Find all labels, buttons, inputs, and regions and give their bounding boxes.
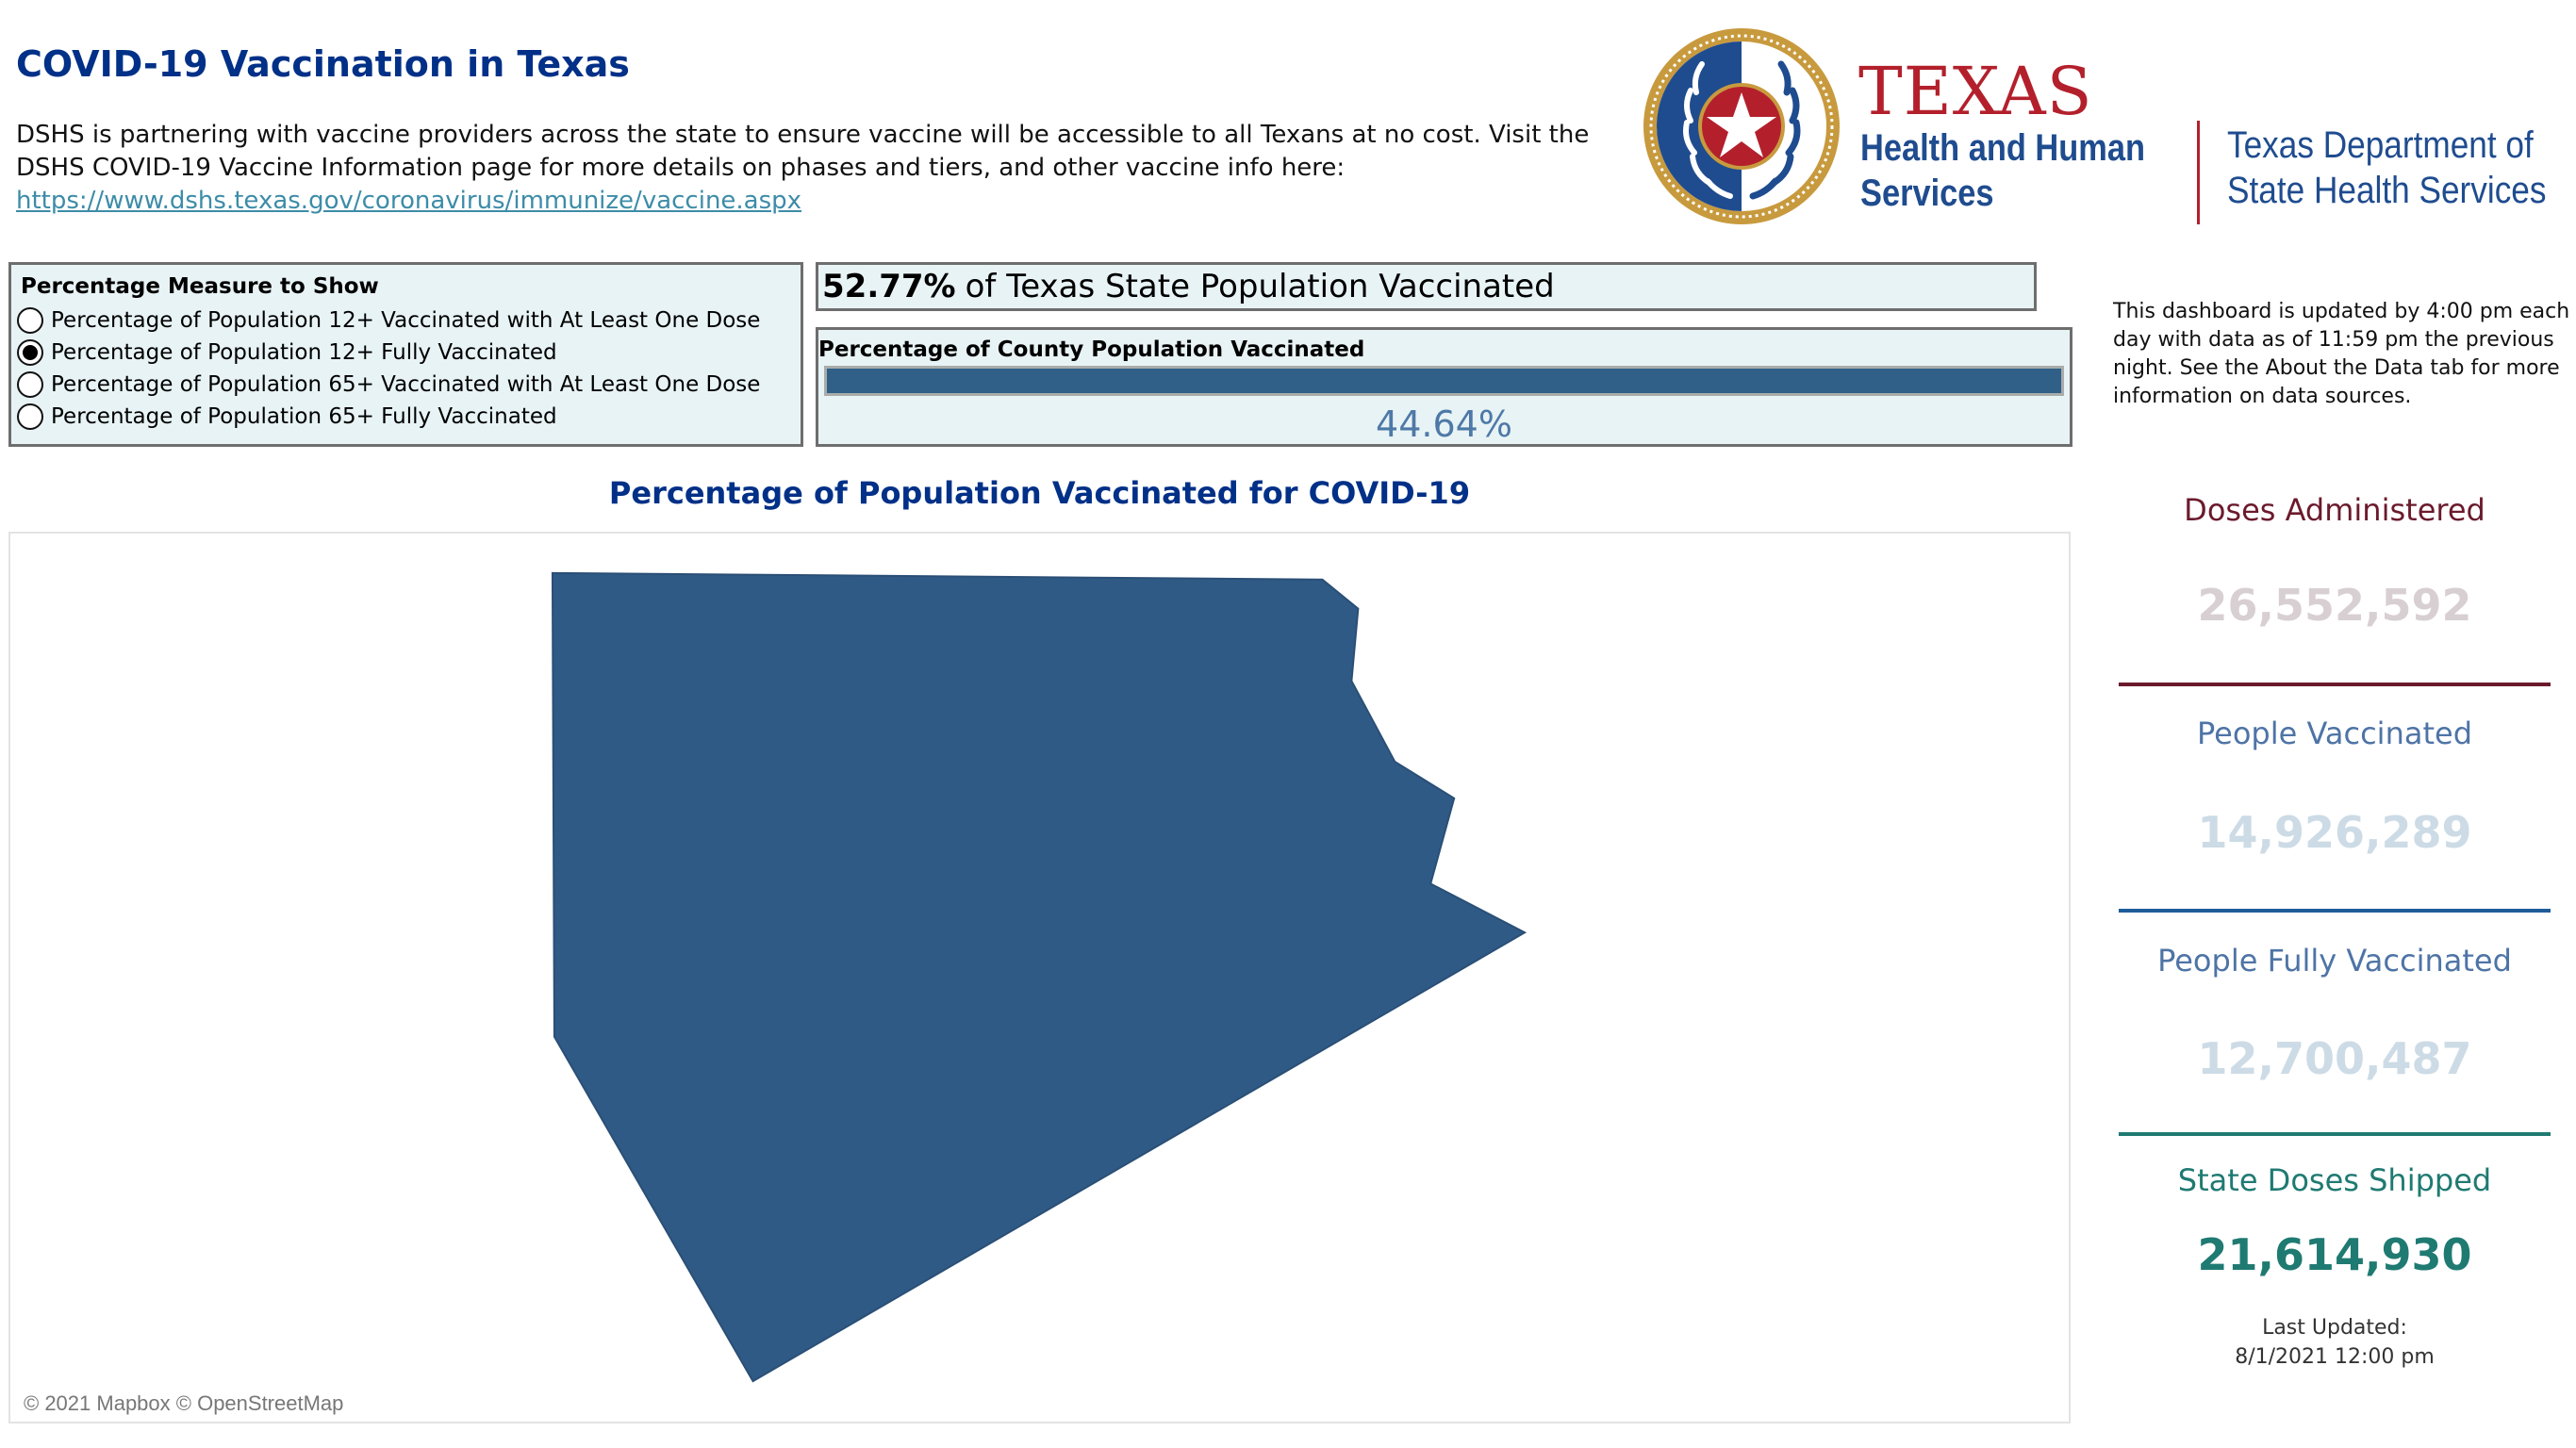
percentage-measure-filter: Percentage Measure to Show Percentage of… bbox=[8, 262, 803, 447]
last-updated-value: 8/1/2021 12:00 pm bbox=[2235, 1345, 2435, 1369]
hhs-texas-wordmark: TEXAS bbox=[1858, 53, 2093, 130]
county-summary-title: Percentage of County Population Vaccinat… bbox=[818, 337, 1365, 362]
doses-administered-value: 26,552,592 bbox=[2197, 580, 2472, 631]
radio-unselected-icon[interactable] bbox=[17, 371, 43, 398]
county-region[interactable] bbox=[551, 571, 1527, 1383]
county-vaccinated-summary: Percentage of County Population Vaccinat… bbox=[816, 327, 2072, 447]
radio-dot-icon bbox=[23, 345, 38, 360]
dshs-name-line-1: Texas Department of bbox=[2227, 124, 2534, 166]
filter-option[interactable]: Percentage of Population 65+ Fully Vacci… bbox=[17, 401, 795, 433]
state-doses-shipped-label: State Doses Shipped bbox=[2177, 1162, 2492, 1198]
filter-option-label: Percentage of Population 12+ Vaccinated … bbox=[51, 308, 761, 333]
logo-divider bbox=[2197, 121, 2200, 224]
radio-selected-icon[interactable] bbox=[17, 339, 43, 366]
state-doses-shipped-value: 21,614,930 bbox=[2197, 1229, 2472, 1280]
filter-option-label: Percentage of Population 65+ Fully Vacci… bbox=[51, 404, 557, 429]
map-canvas[interactable] bbox=[10, 534, 2069, 1422]
people-fully-vaccinated-label: People Fully Vaccinated bbox=[2157, 943, 2512, 979]
hhs-dshs-logo: TEXAS Health and Human Services Texas De… bbox=[1640, 25, 2573, 234]
doses-administered-divider bbox=[2119, 683, 2551, 686]
hhs-name-line-2: Services bbox=[1860, 173, 1994, 214]
radio-group: Percentage of Population 12+ Vaccinated … bbox=[17, 304, 795, 433]
last-updated: Last Updated: 8/1/2021 12:00 pm bbox=[2119, 1313, 2551, 1372]
county-bar bbox=[824, 366, 2064, 396]
state-vaccinated-summary: 52.77% of Texas State Population Vaccina… bbox=[816, 262, 2037, 311]
county-percent: 44.64% bbox=[1376, 403, 1512, 445]
last-updated-label: Last Updated: bbox=[2262, 1316, 2407, 1340]
people-vaccinated-label: People Vaccinated bbox=[2196, 716, 2472, 751]
filter-option[interactable]: Percentage of Population 12+ Vaccinated … bbox=[17, 304, 795, 337]
vaccine-info-link[interactable]: https://www.dshs.texas.gov/coronavirus/i… bbox=[16, 187, 801, 215]
county-bar-fill bbox=[827, 369, 2061, 393]
update-info-text: This dashboard is updated by 4:00 pm eac… bbox=[2113, 300, 2570, 408]
filter-title: Percentage Measure to Show bbox=[21, 274, 379, 299]
intro-text: DSHS is partnering with vaccine provider… bbox=[16, 119, 1619, 218]
doses-administered-label: Doses Administered bbox=[2184, 492, 2485, 528]
filter-option-label: Percentage of Population 65+ Vaccinated … bbox=[51, 372, 761, 397]
state-percent: 52.77% bbox=[822, 268, 956, 305]
map-title: Percentage of Population Vaccinated for … bbox=[608, 475, 1471, 511]
page-title: COVID-19 Vaccination in Texas bbox=[16, 43, 630, 85]
map-attribution: © 2021 Mapbox © OpenStreetMap bbox=[24, 1391, 344, 1415]
radio-unselected-icon[interactable] bbox=[17, 307, 43, 334]
filter-option[interactable]: Percentage of Population 65+ Vaccinated … bbox=[17, 369, 795, 401]
people-fully-vaccinated-divider bbox=[2119, 1132, 2551, 1136]
filter-option[interactable]: Percentage of Population 12+ Fully Vacci… bbox=[17, 337, 795, 369]
intro-line-1: DSHS is partnering with vaccine provider… bbox=[16, 121, 1590, 149]
dshs-name-line-2: State Health Services bbox=[2227, 170, 2547, 211]
hhs-name-line-1: Health and Human bbox=[1860, 127, 2145, 169]
radio-unselected-icon[interactable] bbox=[17, 403, 43, 430]
people-vaccinated-divider bbox=[2119, 909, 2551, 913]
filter-option-label: Percentage of Population 12+ Fully Vacci… bbox=[51, 340, 557, 365]
intro-line-2: DSHS COVID-19 Vaccine Information page f… bbox=[16, 154, 1346, 182]
map-view[interactable]: © 2021 Mapbox © OpenStreetMap bbox=[8, 532, 2071, 1423]
state-percent-label: of Texas State Population Vaccinated bbox=[965, 268, 1555, 305]
people-fully-vaccinated-value: 12,700,487 bbox=[2197, 1033, 2472, 1084]
texas-seal-icon bbox=[1643, 28, 1840, 224]
people-vaccinated-value: 14,926,289 bbox=[2197, 807, 2472, 858]
